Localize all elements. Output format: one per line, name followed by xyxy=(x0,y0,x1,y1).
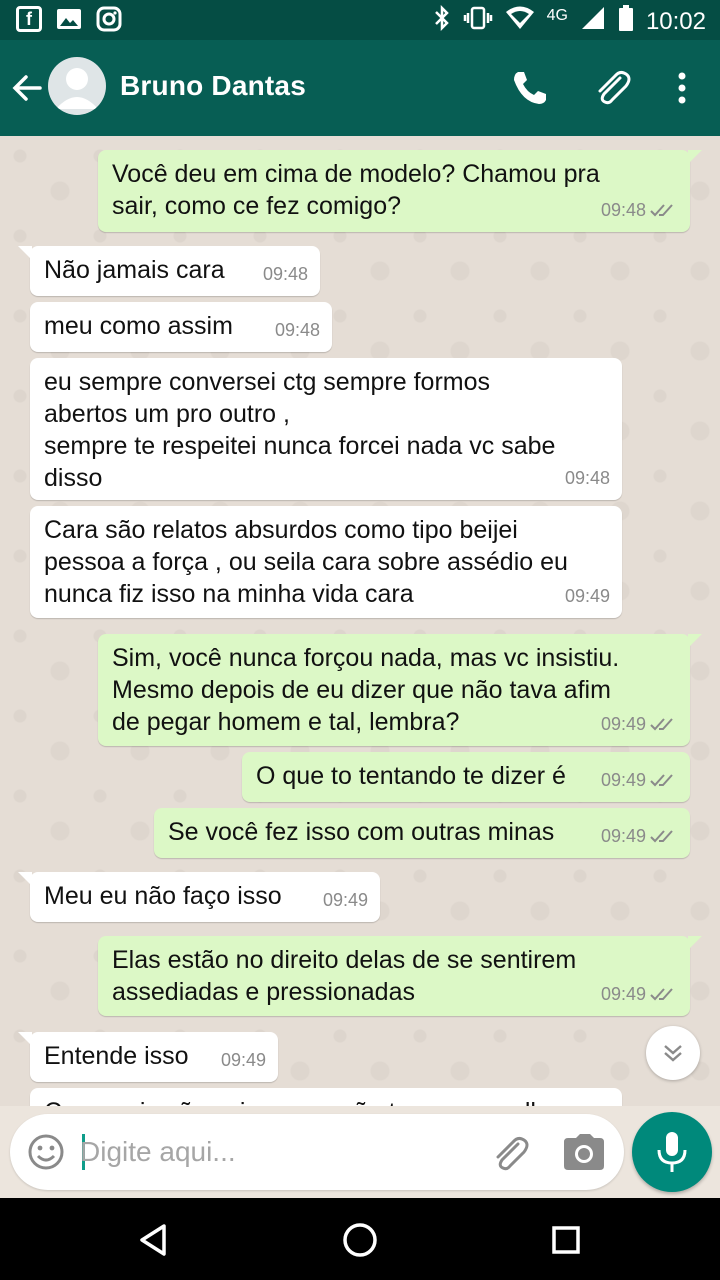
gallery-icon xyxy=(56,6,82,37)
attach-icon[interactable] xyxy=(590,66,634,110)
message-outgoing[interactable]: Elas estão no direito delas de se sentir… xyxy=(98,936,702,1016)
camera-icon[interactable] xyxy=(562,1132,606,1172)
message-text: Meu eu não faço isso xyxy=(44,882,282,910)
back-triangle-icon[interactable] xyxy=(134,1220,174,1260)
message-time: 09:49 xyxy=(600,714,646,734)
message-incoming[interactable]: Entende isso 09:49 xyxy=(18,1032,278,1082)
message-incoming[interactable]: Não jamais cara 09:48 xyxy=(18,246,320,296)
chat-header: Bruno Dantas xyxy=(0,40,720,136)
double-check-icon xyxy=(650,204,673,217)
status-notifications: f xyxy=(16,6,122,37)
message-text: Cara meio são coisas que não tem nexo ve… xyxy=(44,1096,608,1106)
attach-icon[interactable] xyxy=(488,1132,532,1176)
message-meta: 09:49 xyxy=(221,1044,266,1076)
message-time: 09:49 xyxy=(600,770,646,790)
message-meta: 09:49 xyxy=(565,580,610,612)
bluetooth-icon xyxy=(433,4,451,38)
emoji-icon[interactable] xyxy=(26,1132,66,1172)
message-time: 09:49 xyxy=(600,984,646,1004)
message-time: 09:49 xyxy=(600,826,646,846)
vibrate-icon xyxy=(463,5,493,38)
message-text: Cara são relatos absurdos como tipo beij… xyxy=(44,516,568,608)
double-check-icon xyxy=(650,988,673,1001)
message-time: 09:48 xyxy=(564,468,610,488)
message-text: Se você fez isso com outras minas xyxy=(168,818,555,846)
system-nav-bar xyxy=(0,1198,720,1280)
message-text: Elas estão no direito delas de se sentir… xyxy=(112,946,577,1006)
message-incoming[interactable]: Cara são relatos absurdos como tipo beij… xyxy=(30,506,622,618)
chat-area[interactable]: Você deu em cima de modelo? Chamou pra s… xyxy=(0,136,720,1106)
network-type: 4G xyxy=(546,6,568,24)
message-time: 09:49 xyxy=(564,586,610,606)
message-outgoing[interactable]: Você deu em cima de modelo? Chamou pra s… xyxy=(98,150,702,232)
message-meta: 09:49 xyxy=(601,708,678,740)
message-time: 09:49 xyxy=(220,1050,266,1070)
message-incoming[interactable]: eu sempre conversei ctg sempre formos ab… xyxy=(30,358,622,500)
instagram-icon xyxy=(96,6,122,37)
double-chevron-down-icon xyxy=(664,1045,682,1062)
message-meta: 09:48 xyxy=(263,258,308,290)
more-vert-icon[interactable] xyxy=(664,66,708,110)
status-bar: f 4G 10:02 xyxy=(0,0,720,40)
message-meta: 09:49 xyxy=(601,764,678,796)
scroll-down-button[interactable] xyxy=(646,1026,700,1080)
message-time: 09:48 xyxy=(262,264,308,284)
message-outgoing[interactable]: O que to tentando te dizer é 09:49 xyxy=(242,752,690,802)
message-meta: 09:49 xyxy=(323,884,368,916)
avatar[interactable] xyxy=(48,57,106,115)
back-arrow-icon[interactable] xyxy=(8,66,48,110)
message-outgoing[interactable]: Sim, você nunca forçou nada, mas vc insi… xyxy=(98,634,702,746)
mic-icon xyxy=(657,1132,687,1172)
message-incoming[interactable]: Meu eu não faço isso 09:49 xyxy=(18,872,380,922)
status-system: 4G 10:02 xyxy=(433,4,706,39)
message-meta: 09:49 xyxy=(601,820,678,852)
recents-square-icon[interactable] xyxy=(546,1220,586,1260)
message-text: eu sempre conversei ctg sempre formos ab… xyxy=(44,368,556,492)
message-meta: 09:49 xyxy=(601,978,678,1010)
battery-icon xyxy=(618,4,634,39)
message-time: 09:48 xyxy=(274,320,320,340)
double-check-icon xyxy=(650,830,673,843)
facebook-icon: f xyxy=(16,6,42,32)
message-incoming[interactable]: meu como assim 09:48 xyxy=(30,302,332,352)
message-input[interactable] xyxy=(80,1132,480,1172)
message-meta: 09:48 xyxy=(275,314,320,346)
message-meta: 09:48 xyxy=(601,194,678,226)
composer xyxy=(10,1114,624,1190)
message-time: 09:48 xyxy=(600,200,646,220)
message-text: Sim, você nunca forçou nada, mas vc insi… xyxy=(112,644,620,736)
double-check-icon xyxy=(650,718,673,731)
home-circle-icon[interactable] xyxy=(340,1220,380,1260)
contact-name[interactable]: Bruno Dantas xyxy=(120,70,306,102)
signal-icon xyxy=(580,5,606,38)
double-check-icon xyxy=(650,774,673,787)
wifi-icon xyxy=(505,5,535,38)
clock: 10:02 xyxy=(645,7,706,35)
message-incoming[interactable]: Cara meio são coisas que não tem nexo ve… xyxy=(30,1088,622,1106)
phone-icon[interactable] xyxy=(508,66,552,110)
mic-button[interactable] xyxy=(632,1112,712,1192)
message-text: Você deu em cima de modelo? Chamou pra s… xyxy=(112,160,600,220)
message-meta: 09:48 xyxy=(565,462,610,494)
message-outgoing[interactable]: Se você fez isso com outras minas 09:49 xyxy=(154,808,690,858)
message-time: 09:49 xyxy=(322,890,368,910)
